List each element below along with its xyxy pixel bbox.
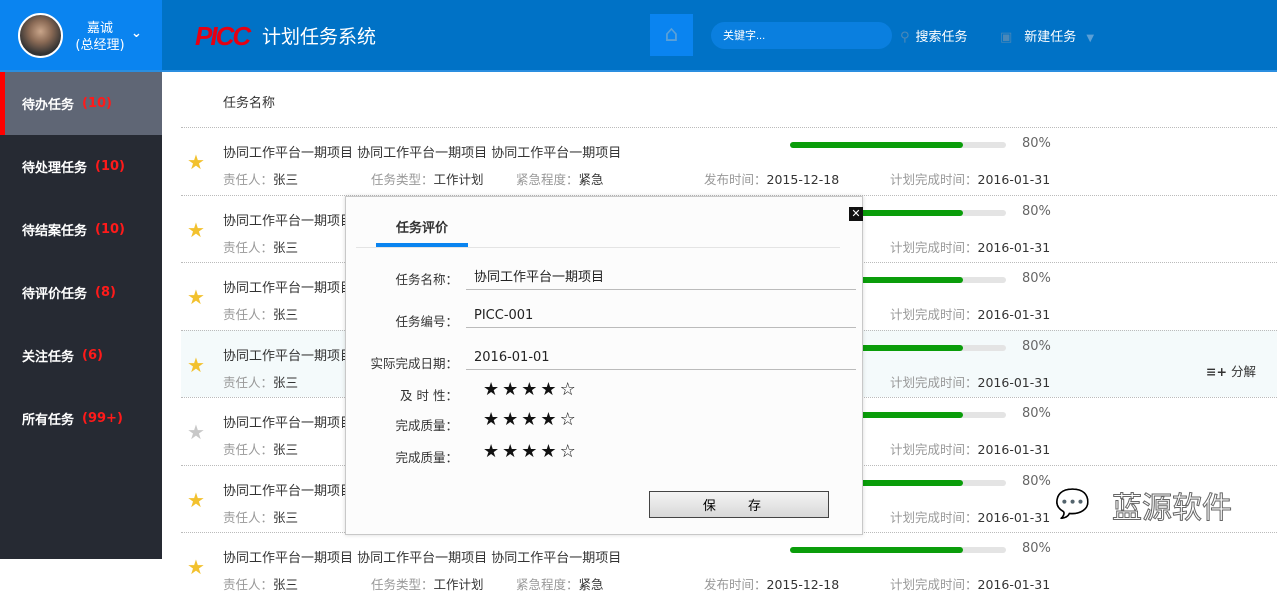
star-icon[interactable]: ★ (187, 420, 205, 444)
progress-label: 80% (1022, 338, 1051, 354)
progress-label: 80% (1022, 271, 1051, 286)
star-rating[interactable]: ★★★★☆ (483, 441, 579, 462)
task-title[interactable]: 协同工作平台一期项目 协同工作平台一期项目 协同工作平台一期项目 (223, 547, 621, 566)
chevron-down-icon[interactable]: ⌄ (131, 26, 142, 41)
star-icon[interactable]: ★ (187, 218, 205, 242)
sidebar-item[interactable]: 待办任务 (10) (0, 72, 162, 135)
search-icon: ⚲ (900, 30, 910, 45)
star-icon[interactable]: ★ (187, 285, 205, 309)
progress-label: 80% (1022, 203, 1051, 219)
progress-label: 80% (1022, 406, 1051, 421)
table-row[interactable]: ★ 协同工作平台一期项目 协同工作平台一期项目 协同工作平台一期项目 责任人：张… (181, 532, 1277, 599)
count-badge: (99+) (82, 411, 123, 426)
sidebar: 待办任务 (10) 待处理任务 (10) 待结案任务 (10) 待评价任务 (8) 关注任务 (6… (0, 72, 162, 559)
field-value[interactable]: 2016-01-01 (466, 350, 856, 370)
search-input[interactable] (711, 22, 892, 49)
progress-fill (790, 142, 963, 148)
rating-star-icon[interactable]: ★ (502, 409, 521, 430)
sidebar-item[interactable]: 待处理任务 (10) (0, 135, 162, 198)
sidebar-item[interactable]: 待评价任务 (8) (0, 261, 162, 324)
rating-star-icon[interactable]: ★ (502, 379, 521, 400)
watermark: 蓝源软件 (1112, 491, 1233, 527)
list-add-icon: ≡+ (1206, 363, 1227, 379)
rating-star-icon[interactable]: ☆ (560, 409, 579, 430)
task-title[interactable]: 协同工作平台一期项目 协同工作平台一期项目 协同工作平台一期项目 (223, 142, 621, 161)
rating-star-icon[interactable]: ☆ (560, 379, 579, 400)
app-title: 计划任务系统 (262, 26, 377, 48)
calendar-add-icon: ▣ (1000, 30, 1013, 45)
rating-star-icon[interactable]: ★ (540, 409, 559, 430)
count-badge: (10) (95, 222, 125, 237)
evaluation-dialog: ✕ 任务评价 任务名称： 协同工作平台一期项目任务编号： PICC-001 实际完成日… (345, 196, 863, 535)
top-bar: 嘉诚 (总经理) ⌄ PICC 计划任务系统 ⌂ ⚲搜索任务 ▣新建任务▼ (0, 0, 1277, 72)
rating-star-icon[interactable]: ★ (540, 441, 559, 462)
save-button[interactable]: 保 存 (649, 491, 829, 518)
field-label: 任务名称： (395, 272, 458, 287)
star-icon[interactable]: ★ (187, 353, 205, 377)
column-header: 任务名称 (223, 96, 276, 111)
star-icon[interactable]: ★ (187, 488, 205, 512)
progress-label: 80% (1022, 473, 1051, 489)
tab-task-evaluation[interactable]: 任务评价 (376, 217, 468, 247)
rating-star-icon[interactable]: ★ (521, 379, 540, 400)
progress-fill (790, 547, 963, 553)
divider (356, 247, 840, 248)
user-name: 嘉诚 (86, 21, 113, 36)
logo: PICC (195, 21, 251, 51)
sidebar-item[interactable]: 所有任务 (99+) (0, 387, 162, 450)
count-badge: (10) (95, 159, 125, 174)
progress-label: 80% (1022, 541, 1051, 556)
field-value[interactable]: PICC-001 (466, 308, 856, 328)
rating-star-icon[interactable]: ★ (483, 409, 502, 430)
home-button[interactable]: ⌂ (650, 14, 693, 56)
field-label: 实际完成日期： (370, 356, 458, 371)
caret-down-icon[interactable]: ▼ (1086, 33, 1094, 44)
star-rating[interactable]: ★★★★☆ (483, 409, 579, 430)
rating-star-icon[interactable]: ★ (483, 441, 502, 462)
rating-star-icon[interactable]: ★ (483, 379, 502, 400)
table-row[interactable]: ★ 协同工作平台一期项目 协同工作平台一期项目 协同工作平台一期项目 责任人：张… (181, 127, 1277, 194)
progress-bar (790, 547, 1006, 553)
count-badge: (6) (82, 348, 103, 363)
field-label: 任务编号： (395, 314, 458, 329)
split-button[interactable]: ≡+ 分解 (1206, 361, 1256, 380)
rating-star-icon[interactable]: ★ (521, 409, 540, 430)
rating-star-icon[interactable]: ★ (521, 441, 540, 462)
rating-label: 完成质量： (395, 418, 458, 433)
star-icon[interactable]: ★ (187, 150, 205, 174)
sidebar-item[interactable]: 关注任务 (6) (0, 324, 162, 387)
close-icon[interactable]: ✕ (849, 207, 863, 221)
home-icon: ⌂ (664, 22, 679, 47)
search-button[interactable]: ⚲ 搜索任务 (900, 26, 968, 45)
new-task-button[interactable]: ▣ 新建任务 ▼ (1000, 26, 1094, 45)
rating-star-icon[interactable]: ★ (540, 379, 559, 400)
count-badge: (10) (82, 96, 112, 111)
rating-star-icon[interactable]: ★ (502, 441, 521, 462)
rating-star-icon[interactable]: ☆ (560, 441, 579, 462)
wechat-icon: 💬 (1055, 487, 1091, 521)
star-rating[interactable]: ★★★★☆ (483, 379, 579, 400)
count-badge: (8) (95, 285, 116, 300)
progress-label: 80% (1022, 136, 1051, 151)
rating-label: 及 时 性： (400, 388, 458, 403)
field-value[interactable]: 协同工作平台一期项目 (466, 266, 856, 290)
sidebar-item[interactable]: 待结案任务 (10) (0, 198, 162, 261)
progress-bar (790, 142, 1006, 148)
user-menu[interactable]: 嘉诚 (总经理) ⌄ (0, 0, 162, 70)
user-role: (总经理) (75, 38, 125, 53)
rating-label: 完成质量： (395, 450, 458, 465)
avatar (18, 13, 63, 58)
